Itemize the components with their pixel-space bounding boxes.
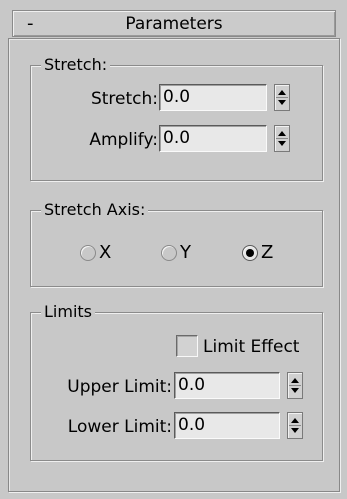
axis-x-radio[interactable] bbox=[80, 245, 96, 261]
upper-limit-input[interactable]: 0.0 bbox=[174, 372, 280, 399]
spinner-divider bbox=[276, 138, 288, 139]
stretch-input[interactable]: 0.0 bbox=[159, 84, 267, 111]
spinner-divider bbox=[289, 385, 301, 386]
spinner-up-icon[interactable] bbox=[278, 131, 286, 136]
stretch-axis-group: Stretch Axis: bbox=[30, 200, 323, 287]
spinner-up-icon[interactable] bbox=[278, 90, 286, 95]
spinner-down-icon[interactable] bbox=[278, 100, 286, 105]
parameters-rollout-header[interactable]: - Parameters bbox=[12, 10, 336, 37]
axis-x-label: X bbox=[99, 242, 112, 263]
spinner-divider bbox=[289, 425, 301, 426]
stretch-spinner[interactable] bbox=[274, 84, 290, 111]
lower-limit-input[interactable]: 0.0 bbox=[174, 412, 280, 439]
stretch-group: Stretch: bbox=[30, 55, 323, 181]
spinner-up-icon[interactable] bbox=[291, 418, 299, 423]
upper-limit-spinner[interactable] bbox=[287, 372, 303, 399]
spinner-down-icon[interactable] bbox=[291, 428, 299, 433]
spinner-down-icon[interactable] bbox=[278, 141, 286, 146]
axis-z-radio[interactable] bbox=[242, 245, 258, 261]
spinner-divider bbox=[276, 97, 288, 98]
spinner-down-icon[interactable] bbox=[291, 388, 299, 393]
axis-y-label: Y bbox=[180, 242, 191, 263]
stretch-group-title: Stretch: bbox=[41, 55, 111, 75]
axis-z-label: Z bbox=[261, 242, 274, 263]
lower-limit-spinner[interactable] bbox=[287, 412, 303, 439]
spinner-up-icon[interactable] bbox=[291, 378, 299, 383]
amplify-input[interactable]: 0.0 bbox=[159, 125, 267, 152]
axis-y-radio[interactable] bbox=[161, 245, 177, 261]
rollout-title: Parameters bbox=[125, 14, 223, 34]
stretch-label: Stretch: bbox=[90, 89, 158, 109]
stretch-axis-group-title: Stretch Axis: bbox=[41, 200, 149, 220]
limit-effect-checkbox[interactable] bbox=[176, 335, 198, 357]
amplify-spinner[interactable] bbox=[274, 125, 290, 152]
lower-limit-label: Lower Limit: bbox=[67, 417, 172, 437]
limit-effect-label[interactable]: Limit Effect bbox=[203, 335, 299, 359]
upper-limit-label: Upper Limit: bbox=[67, 377, 172, 397]
amplify-label: Amplify: bbox=[89, 130, 158, 150]
limits-group-title: Limits bbox=[41, 302, 95, 322]
